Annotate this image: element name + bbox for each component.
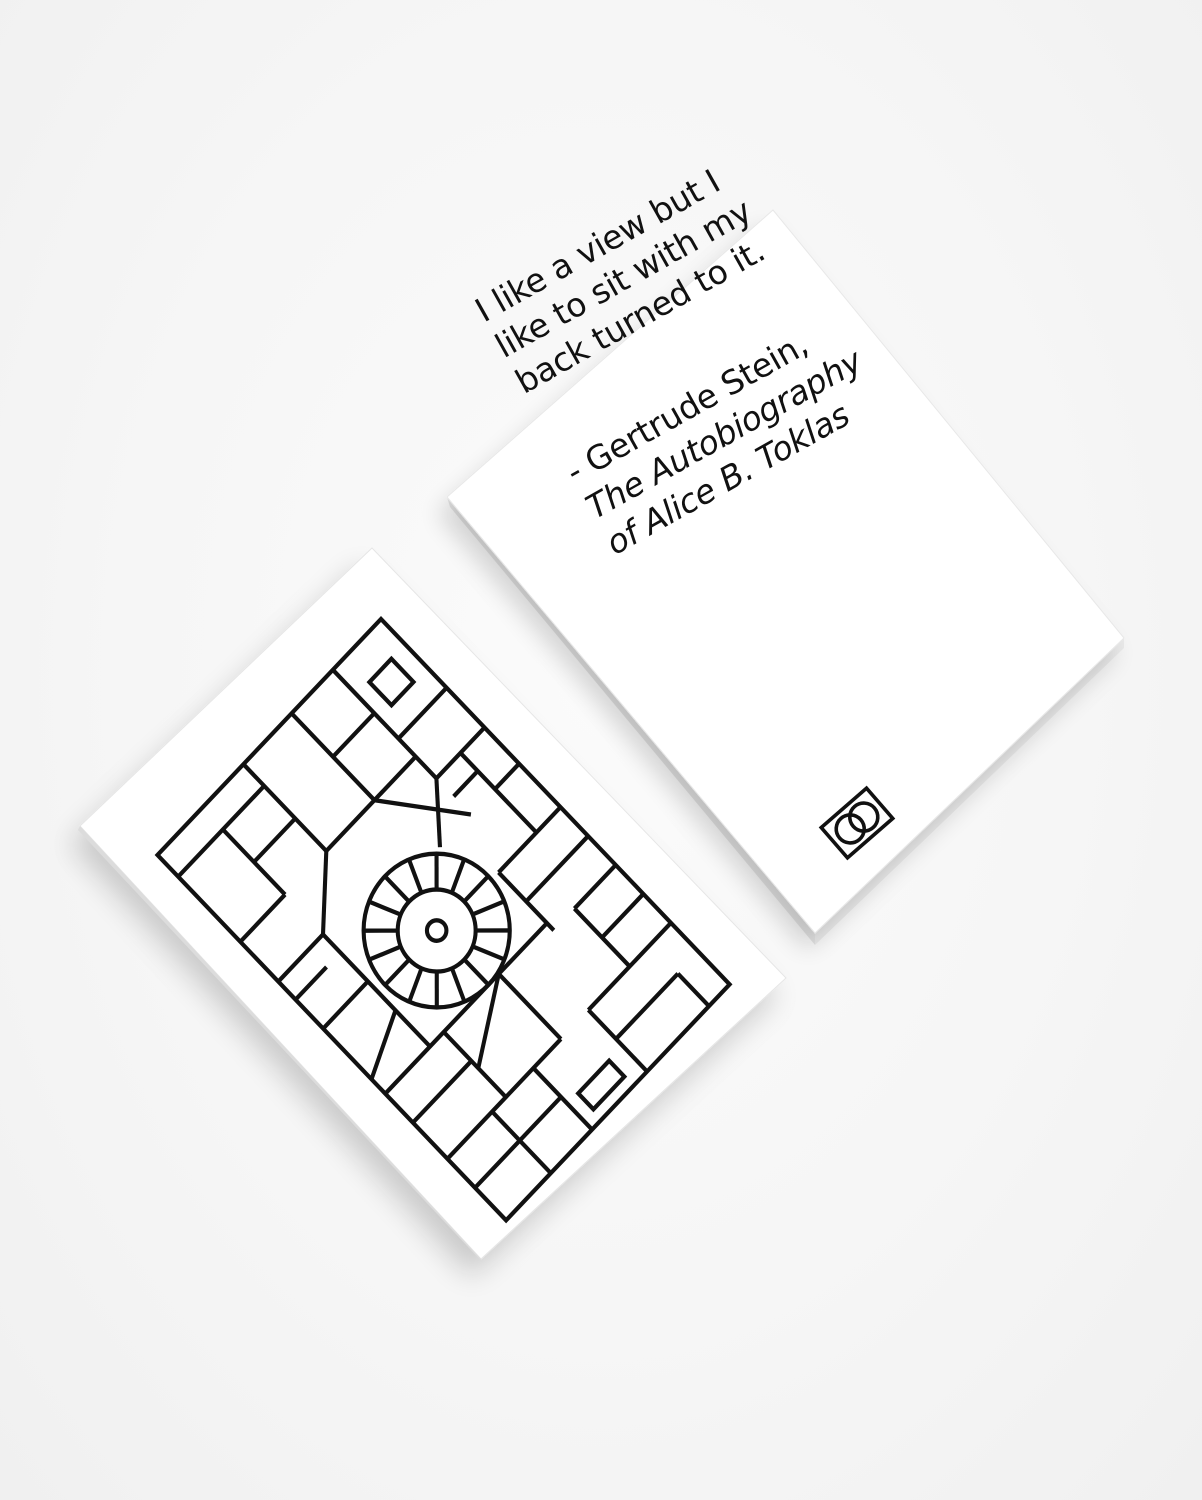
photo-scene: I like a view but I like to sit with my …: [0, 0, 1202, 1500]
